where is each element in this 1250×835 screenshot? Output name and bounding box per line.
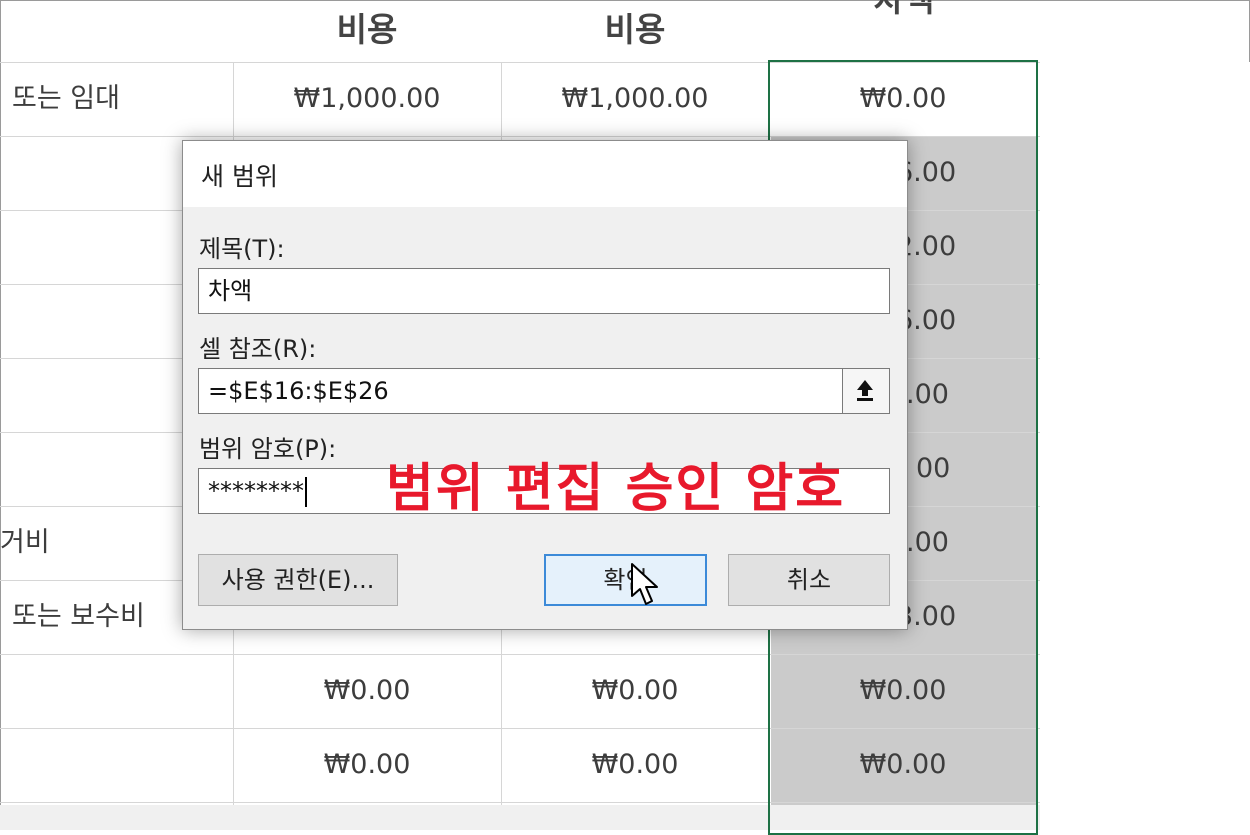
- cell-reference-label: 셀 참조(R):: [199, 335, 317, 363]
- column-header-difference: 차액: [770, 0, 1038, 16]
- mouse-cursor-icon: [631, 563, 658, 605]
- row-label[interactable]: 또는 보수비: [12, 580, 145, 654]
- password-mask: ********: [208, 477, 304, 505]
- table-cell[interactable]: ₩1,000.00: [502, 62, 768, 136]
- empty-column-area: [1040, 62, 1250, 830]
- dialog-title: 새 범위: [201, 162, 278, 191]
- column-header-cost-2: 비용: [604, 10, 666, 49]
- table-cell[interactable]: ₩1,000.00: [234, 62, 500, 136]
- ok-button[interactable]: 확인: [544, 554, 707, 606]
- cancel-button[interactable]: 취소: [728, 554, 890, 606]
- upload-arrow-icon: [857, 380, 873, 401]
- table-cell[interactable]: ₩0.00: [234, 728, 500, 802]
- new-range-dialog: 새 범위 제목(T): 차액 셀 참조(R): =$E$16:$E$26 범위 …: [182, 140, 908, 630]
- dialog-titlebar[interactable]: 새 범위: [183, 141, 907, 207]
- column-header-cost-1: 비용: [336, 10, 398, 49]
- table-cell[interactable]: ₩0.00: [234, 654, 500, 728]
- cell-reference-input[interactable]: =$E$16:$E$26: [198, 368, 890, 414]
- table-cell[interactable]: ₩0.00: [502, 654, 768, 728]
- range-password-label: 범위 암호(P):: [199, 435, 337, 463]
- permissions-button[interactable]: 사용 권한(E)...: [198, 554, 398, 606]
- row-label[interactable]: 거비: [0, 506, 50, 580]
- table-cell[interactable]: ₩0.00: [502, 728, 768, 802]
- collapse-dialog-button[interactable]: [842, 369, 889, 413]
- title-field-label: 제목(T):: [199, 235, 285, 263]
- row-label[interactable]: 또는 임대: [12, 62, 120, 136]
- annotation-text: 범위 편집 승인 암호: [386, 459, 846, 519]
- cell-reference-value: =$E$16:$E$26: [208, 377, 389, 405]
- title-input[interactable]: 차액: [198, 268, 890, 314]
- text-caret: [305, 477, 307, 507]
